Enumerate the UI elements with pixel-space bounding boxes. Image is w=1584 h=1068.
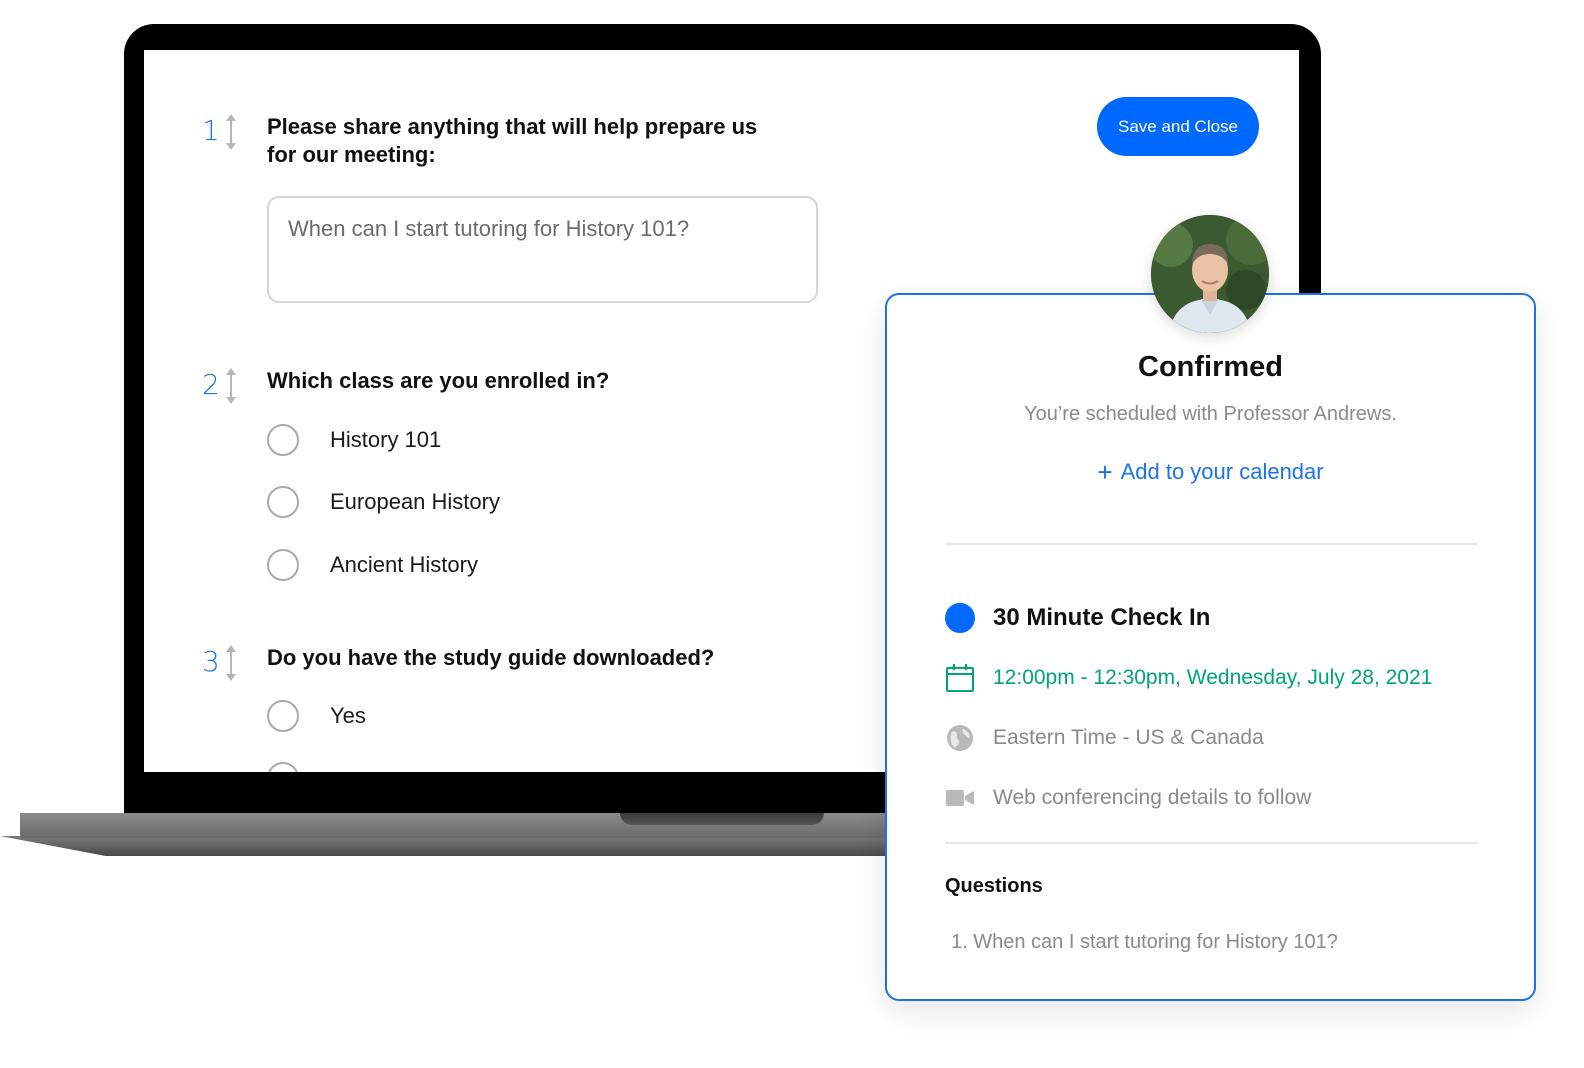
video-camera-icon xyxy=(945,783,975,813)
timezone: Eastern Time - US & Canada xyxy=(993,726,1264,749)
drag-handle-icon[interactable] xyxy=(224,112,238,152)
radio-option-clipped[interactable] xyxy=(267,762,299,772)
question-number: 2 xyxy=(202,368,220,401)
event-time: 12:00pm - 12:30pm, Wednesday, July 28, 2… xyxy=(993,666,1433,689)
radio-label: History 101 xyxy=(330,427,442,452)
radio-label: European History xyxy=(330,489,500,514)
confirmation-title: Confirmed xyxy=(1138,351,1283,383)
radio-label: Yes xyxy=(330,703,366,728)
radio-option[interactable]: History 101 xyxy=(267,424,441,456)
event-name: 30 Minute Check In xyxy=(993,604,1211,631)
question-title: Do you have the study guide downloaded? xyxy=(267,645,715,670)
divider xyxy=(945,543,1477,545)
drag-handle-icon[interactable] xyxy=(224,643,238,683)
radio-button[interactable] xyxy=(267,762,299,772)
drag-handle-icon[interactable] xyxy=(224,366,238,406)
radio-button[interactable] xyxy=(267,486,299,518)
event-color-dot-icon xyxy=(945,603,975,633)
calendar-icon xyxy=(945,663,975,693)
plus-icon: + xyxy=(1097,457,1113,487)
question-title: Which class are you enrolled in? xyxy=(267,368,610,393)
question-answer: 1. When can I start tutoring for History… xyxy=(951,931,1338,953)
conferencing-details: Web conferencing details to follow xyxy=(993,786,1312,809)
radio-label: Ancient History xyxy=(330,552,478,577)
question-number: 1 xyxy=(202,114,220,147)
radio-option[interactable]: Yes xyxy=(267,700,366,732)
professor-avatar xyxy=(1151,215,1269,333)
globe-icon xyxy=(945,723,975,753)
confirmation-subtitle: You’re scheduled with Professor Andrews. xyxy=(1024,403,1397,425)
confirmation-card: Confirmed You’re scheduled with Professo… xyxy=(885,293,1536,1001)
laptop-notch xyxy=(620,813,824,825)
divider xyxy=(945,842,1477,844)
radio-button[interactable] xyxy=(267,549,299,581)
add-to-calendar-link[interactable]: + Add to your calendar xyxy=(887,457,1534,488)
radio-option[interactable]: European History xyxy=(267,486,500,518)
timezone-row: Eastern Time - US & Canada xyxy=(945,723,1264,753)
question-title: Please share anything that will help pre… xyxy=(267,114,758,167)
save-and-close-button[interactable]: Save and Close xyxy=(1097,97,1259,156)
radio-option[interactable]: Ancient History xyxy=(267,549,478,581)
questions-heading: Questions xyxy=(945,875,1043,897)
radio-button[interactable] xyxy=(267,700,299,732)
question-number: 3 xyxy=(202,645,220,678)
answer-textarea[interactable]: When can I start tutoring for History 10… xyxy=(267,196,818,303)
event-time-row: 12:00pm - 12:30pm, Wednesday, July 28, 2… xyxy=(945,663,1432,693)
conferencing-row: Web conferencing details to follow xyxy=(945,783,1311,813)
event-name-row: 30 Minute Check In xyxy=(945,603,1210,633)
radio-button[interactable] xyxy=(267,424,299,456)
